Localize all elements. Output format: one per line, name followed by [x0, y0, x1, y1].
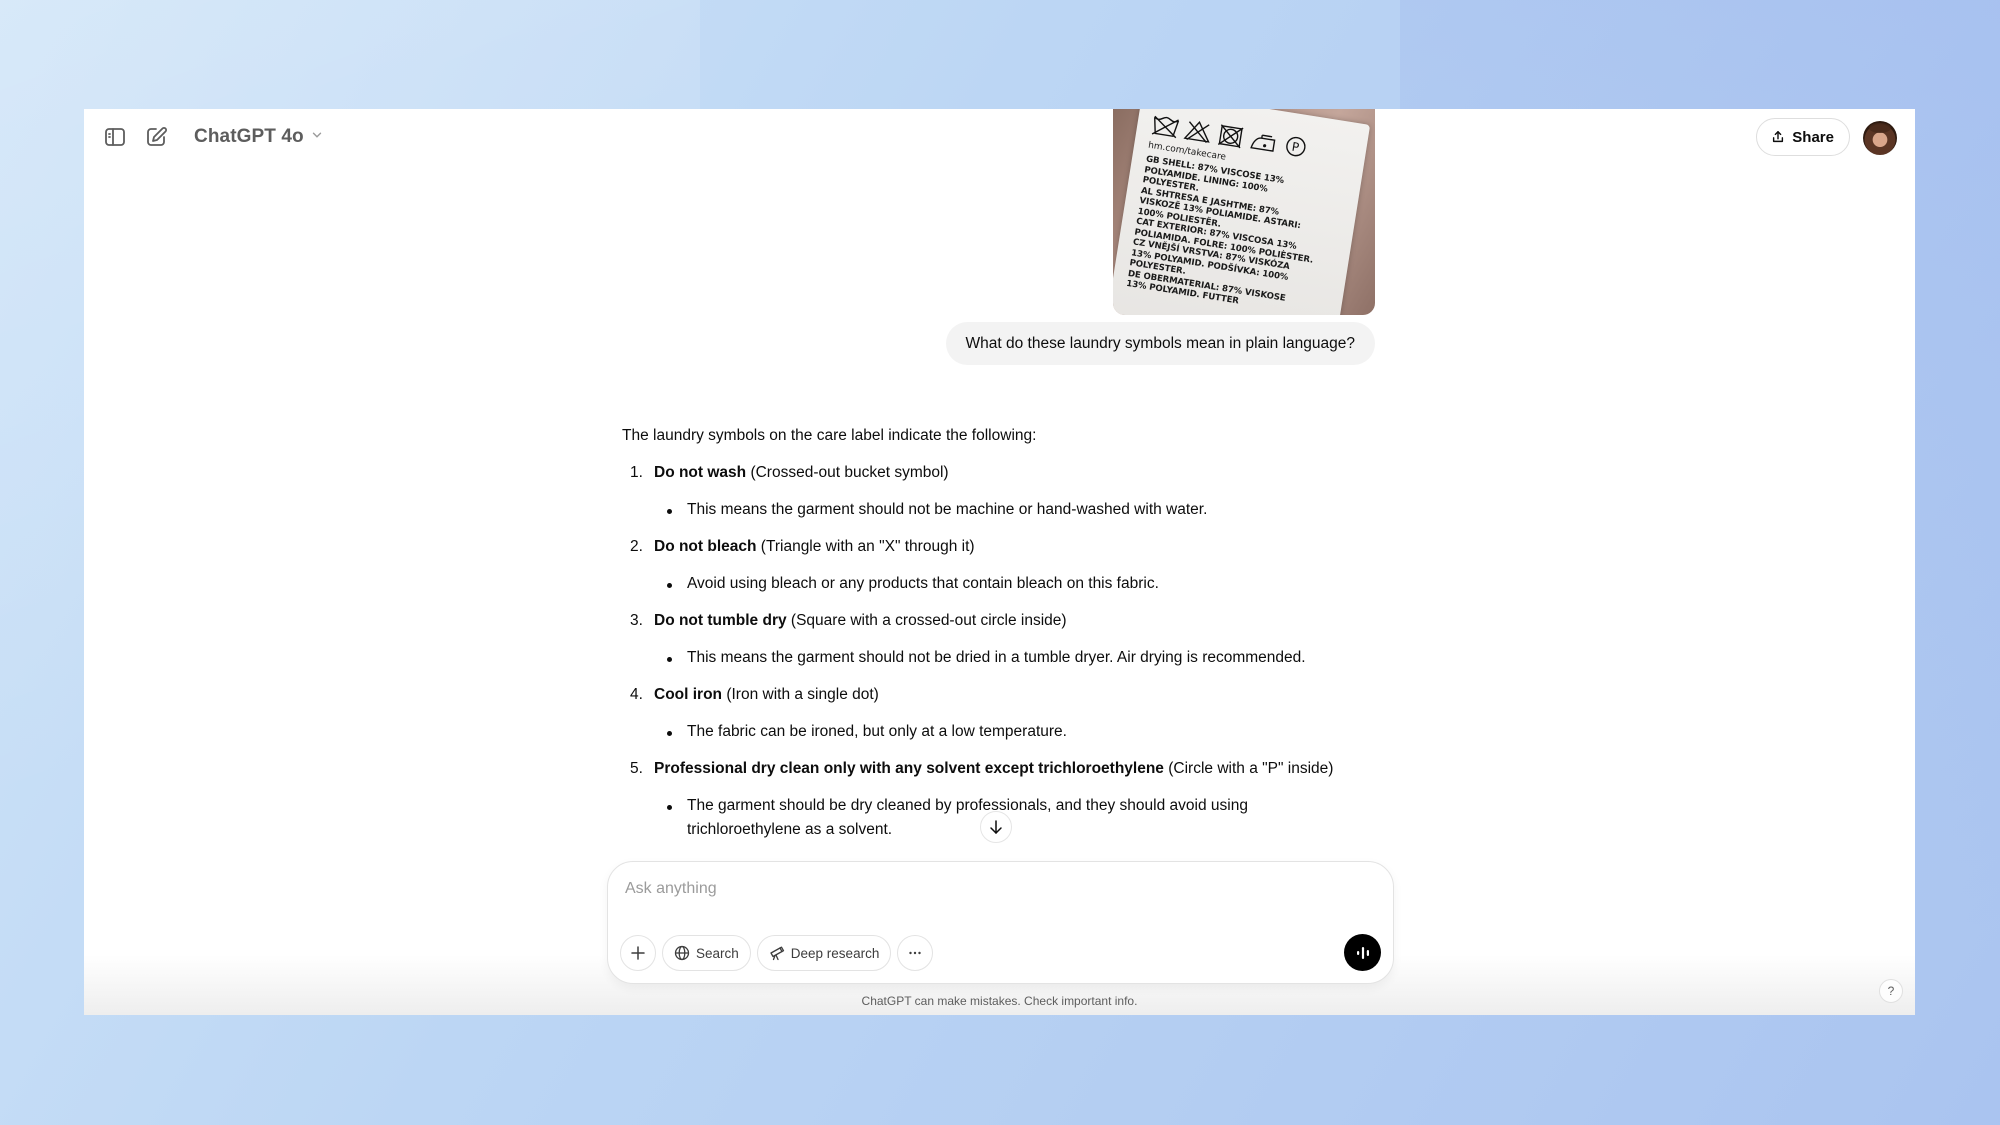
more-tools-button[interactable] [897, 935, 934, 971]
uploaded-care-label-image[interactable]: P hm.com/takecare GB SHELL: 87% VISCOSE … [1113, 109, 1375, 315]
composer-tools: Search Deep research [620, 935, 934, 971]
item-detail: This means the garment should not be mac… [654, 498, 1382, 522]
disclaimer: ChatGPT can make mistakes. Check importa… [861, 994, 1138, 1008]
chatgpt-window: ChatGPT 4o P hm.com/takecare GB SHELL: 8… [84, 109, 1915, 1015]
model-name: ChatGPT 4o [194, 126, 304, 147]
arrow-down-icon [990, 820, 1002, 834]
assistant-intro: The laundry symbols on the care label in… [622, 427, 1037, 444]
care-symbol-list: 1. Do not wash (Crossed-out bucket symbo… [622, 461, 1382, 842]
item-detail: This means the garment should not be dri… [654, 646, 1382, 670]
do-not-wash-icon [1151, 115, 1180, 139]
model-picker[interactable]: ChatGPT 4o [188, 123, 330, 151]
telescope-icon [770, 946, 784, 961]
new-chat-button[interactable] [139, 120, 173, 154]
list-item: 1. Do not wash (Crossed-out bucket symbo… [622, 461, 1382, 522]
item-note: (Square with a crossed-out circle inside… [786, 612, 1067, 629]
do-not-bleach-icon [1183, 121, 1210, 144]
share-label: Share [1792, 128, 1834, 146]
care-label-lines: GB SHELL: 87% VISCOSE 13% POLYAMIDE. LIN… [1125, 154, 1346, 315]
attach-button[interactable] [620, 935, 656, 971]
voice-mode-button[interactable] [1344, 934, 1381, 971]
svg-text:P: P [1291, 140, 1300, 155]
user-avatar[interactable] [1863, 121, 1897, 155]
voice-waveform-icon [1356, 946, 1369, 959]
more-dots-icon [909, 951, 922, 955]
sidebar-toggle-icon [105, 128, 125, 146]
cool-iron-icon [1250, 134, 1276, 152]
deep-research-label: Deep research [790, 945, 880, 961]
user-message-text: What do these laundry symbols mean in pl… [965, 334, 1355, 352]
search-button[interactable]: Search [662, 935, 751, 971]
item-title: Professional dry clean only with any sol… [654, 760, 1164, 777]
item-note: (Circle with a "P" inside) [1163, 760, 1334, 777]
share-upload-icon [1773, 131, 1784, 143]
top-bar: ChatGPT 4o P hm.com/takecare GB SHELL: 8… [84, 109, 1915, 315]
item-note: (Crossed-out bucket symbol) [746, 464, 949, 481]
sidebar-toggle-button[interactable] [98, 120, 132, 154]
list-number: 5. [630, 760, 643, 777]
item-title: Do not bleach [654, 538, 757, 555]
item-detail: The garment should be dry cleaned by pro… [654, 794, 1294, 842]
item-title: Do not tumble dry [654, 612, 787, 629]
care-label: P hm.com/takecare GB SHELL: 87% VISCOSE … [1113, 109, 1371, 315]
user-message-bubble: What do these laundry symbols mean in pl… [945, 322, 1375, 365]
new-chat-icon [147, 127, 167, 146]
item-note: (Iron with a single dot) [722, 686, 879, 703]
item-detail: The fabric can be ironed, but only at a … [654, 720, 1382, 744]
item-title: Cool iron [654, 686, 723, 703]
professional-dry-clean-icon: P [1286, 136, 1306, 157]
list-item: 2. Do not bleach (Triangle with an "X" t… [622, 535, 1382, 596]
list-item: 3. Do not tumble dry (Square with a cros… [622, 609, 1382, 670]
item-detail: Avoid using bleach or any products that … [654, 572, 1382, 596]
list-number: 2. [630, 538, 643, 555]
deep-research-button[interactable]: Deep research [756, 935, 892, 971]
composer: Search Deep research [607, 861, 1394, 984]
list-number: 3. [630, 612, 643, 629]
chevron-down-icon [310, 128, 324, 147]
prompt-input[interactable] [625, 874, 1365, 904]
item-title: Do not wash [654, 464, 747, 481]
list-item: 4. Cool iron (Iron with a single dot) Th… [622, 683, 1382, 744]
search-label: Search [696, 945, 739, 961]
help-button[interactable]: ? [1879, 979, 1903, 1003]
plus-icon [631, 946, 645, 960]
assistant-message: The laundry symbols on the care label in… [622, 424, 1382, 855]
item-note: (Triangle with an "X" through it) [756, 538, 975, 555]
do-not-tumble-dry-icon [1217, 124, 1244, 149]
globe-icon [674, 945, 690, 961]
list-number: 1. [630, 464, 643, 481]
share-button[interactable]: Share [1756, 118, 1850, 156]
list-number: 4. [630, 686, 643, 703]
scroll-to-bottom-button[interactable] [980, 811, 1012, 843]
